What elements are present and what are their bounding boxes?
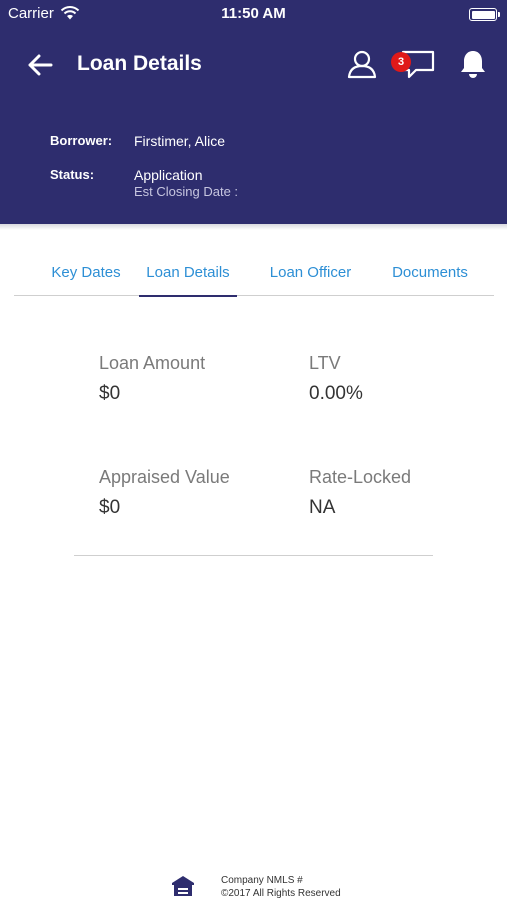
closing-date-label: Est Closing Date :: [134, 184, 239, 199]
tab-loan-details[interactable]: Loan Details: [139, 250, 237, 297]
carrier-label: Carrier: [8, 5, 54, 22]
notifications-button[interactable]: [455, 46, 491, 82]
borrower-value: Firstimer, Alice: [134, 133, 226, 149]
footer-copyright: ©2017 All Rights Reserved: [221, 888, 341, 899]
borrower-label: Borrower:: [50, 133, 113, 148]
appraised-value-label: Appraised Value: [99, 467, 230, 487]
bell-icon: [461, 51, 485, 78]
status-label: Status:: [50, 167, 95, 182]
ltv-value: 0.00%: [309, 383, 363, 404]
back-button[interactable]: [22, 48, 58, 82]
back-arrow-icon: [28, 54, 53, 76]
status-value: Application: [134, 167, 203, 183]
tab-loan-officer[interactable]: Loan Officer: [259, 250, 362, 296]
rate-locked-label: Rate-Locked: [309, 467, 412, 487]
loan-amount-value: $0: [99, 383, 121, 404]
battery-icon: [469, 8, 500, 21]
user-icon: [347, 50, 377, 79]
profile-button[interactable]: [344, 46, 380, 82]
tab-documents[interactable]: Documents: [384, 250, 476, 296]
footer-nmls: Company NMLS #: [221, 875, 303, 886]
equal-housing-icon: [172, 876, 194, 896]
appraised-value-value: $0: [99, 497, 121, 518]
wifi-icon: [60, 6, 80, 20]
status-bar: Carrier 11:50 AM: [0, 0, 507, 28]
details-divider: [74, 555, 433, 556]
message-count-badge: 3: [391, 52, 411, 72]
tab-key-dates[interactable]: Key Dates: [30, 250, 142, 296]
page-title: Loan Details: [77, 52, 202, 75]
tab-bar: Key Dates Loan Details Loan Officer Docu…: [14, 250, 494, 297]
header: Carrier 11:50 AM Loan Details 3 Borrower: [0, 0, 507, 224]
rate-locked-value: NA: [309, 497, 336, 518]
ltv-label: LTV: [309, 353, 341, 373]
header-shadow: [0, 224, 507, 230]
loan-amount-label: Loan Amount: [99, 353, 206, 373]
